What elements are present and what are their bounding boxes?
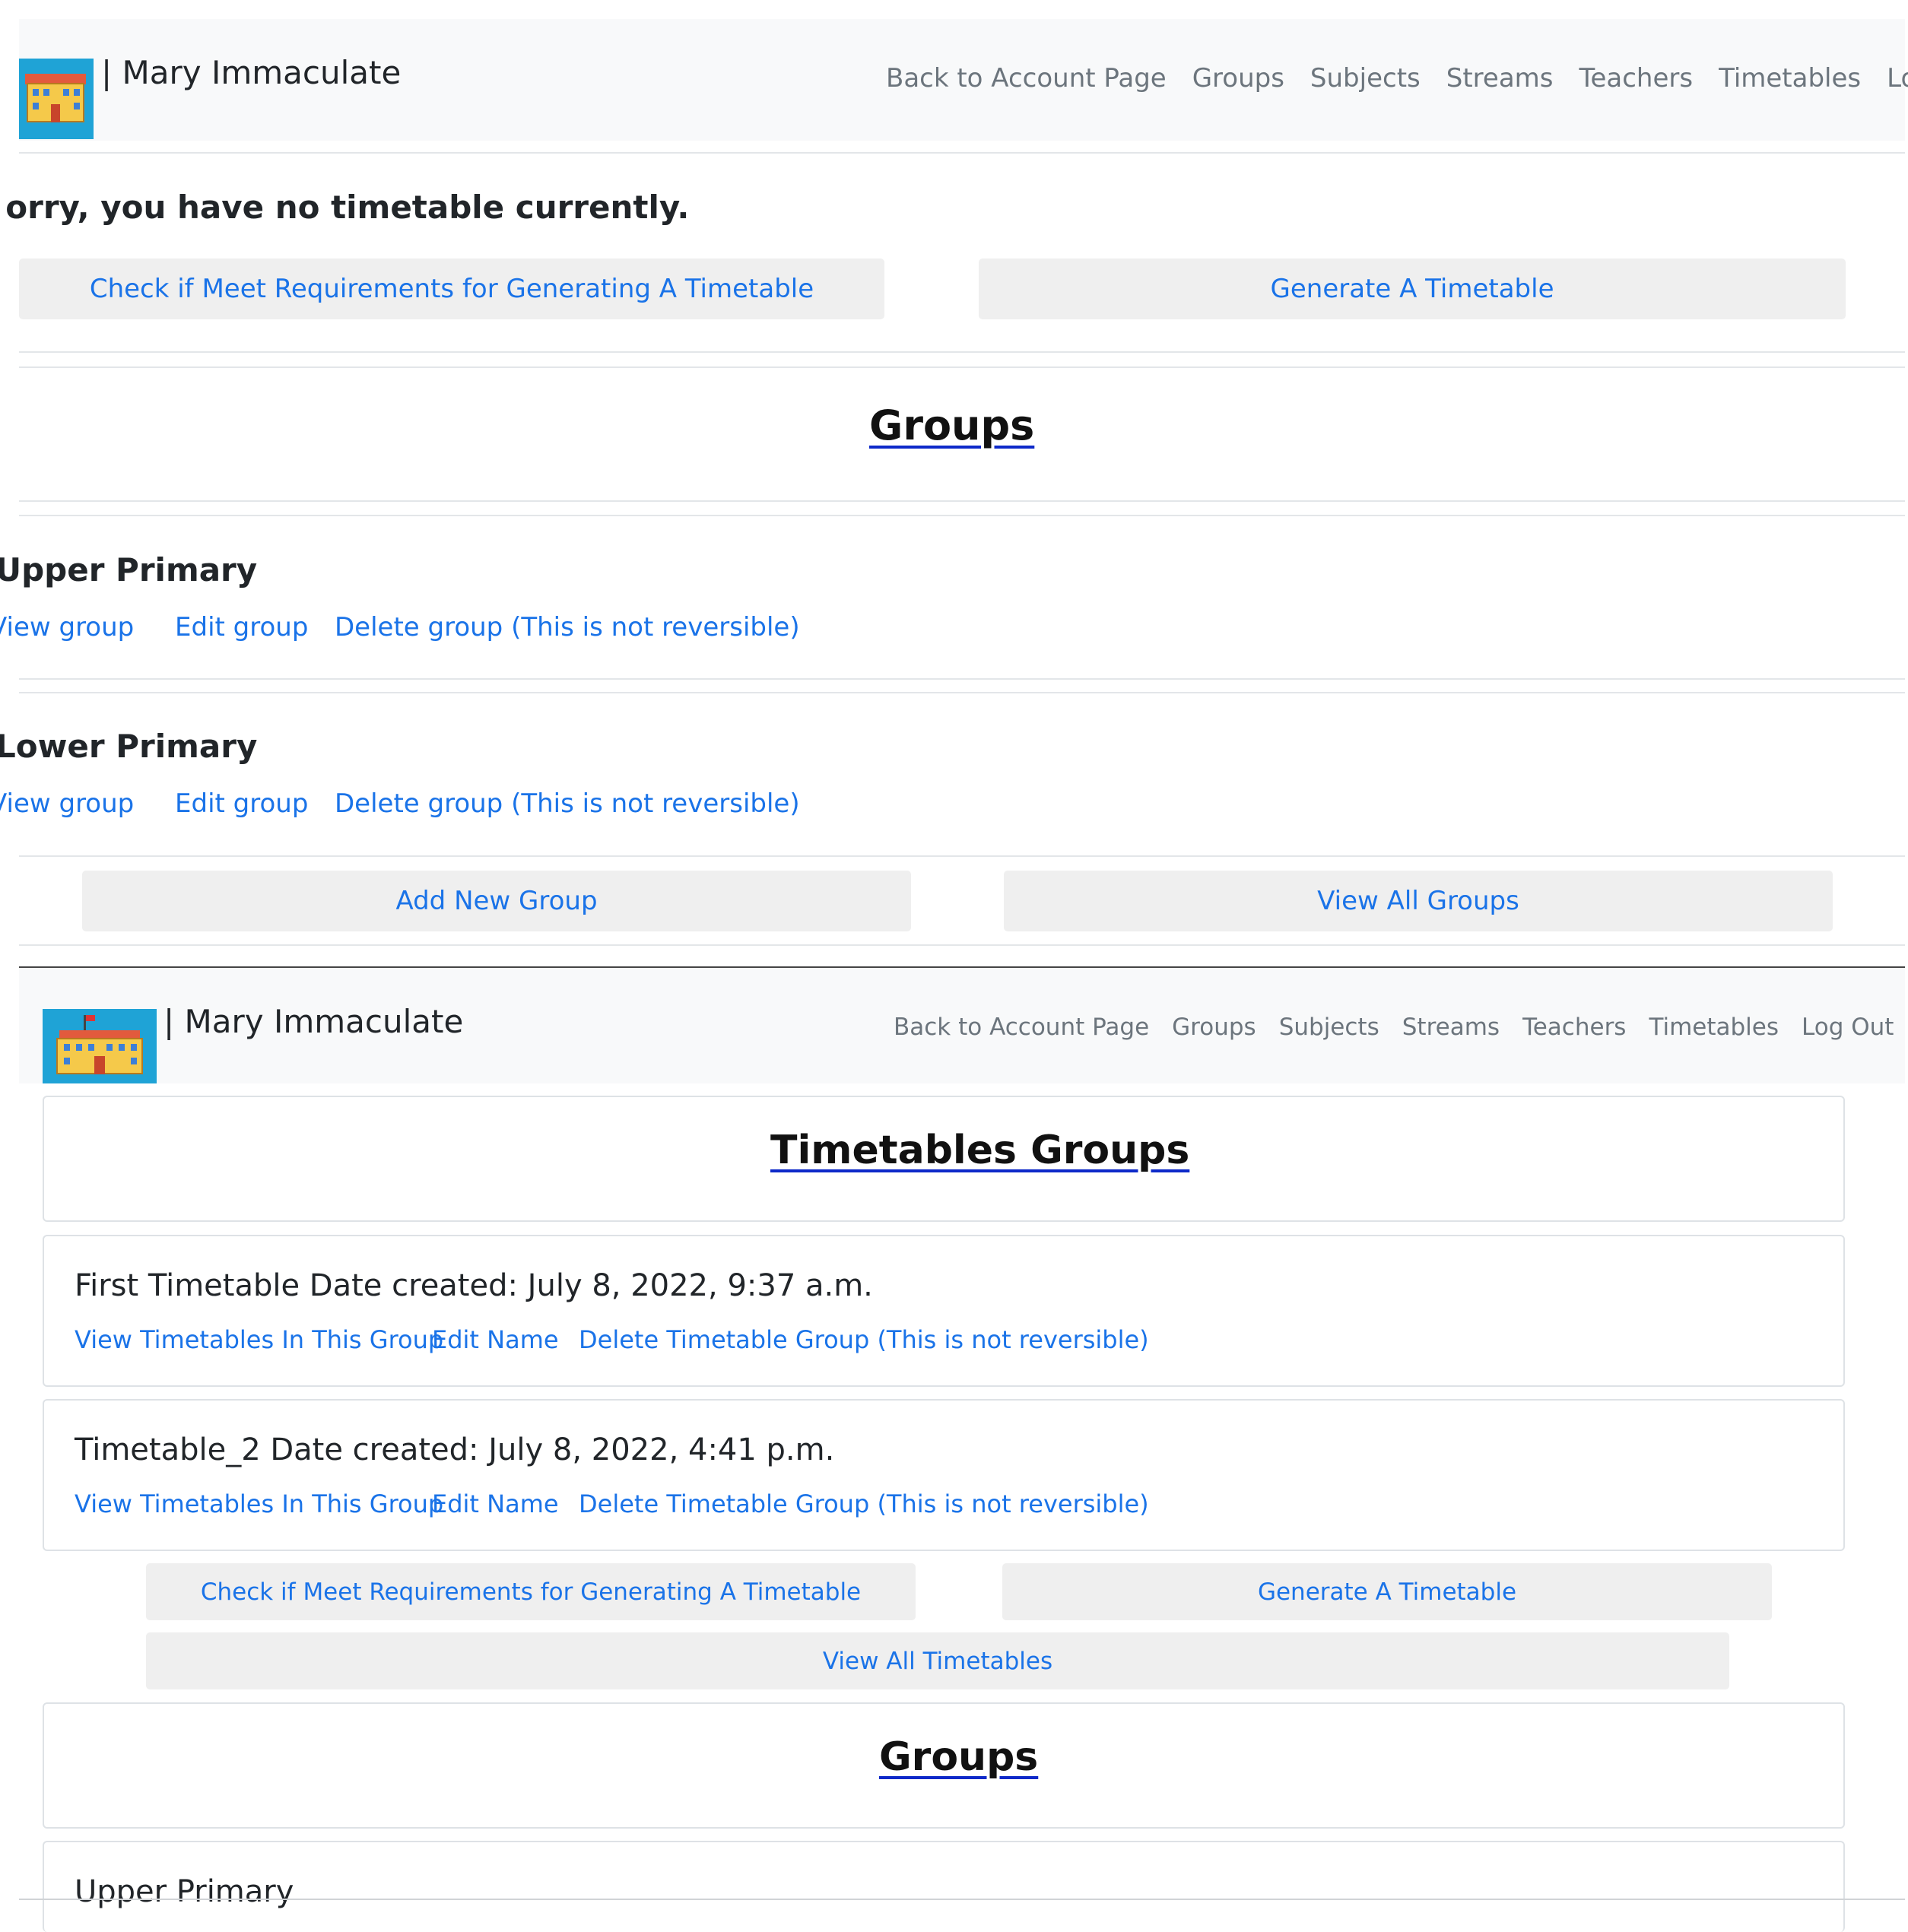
nav-back-to-account[interactable]: Back to Account Page xyxy=(886,63,1167,94)
nav-back-to-account[interactable]: Back to Account Page xyxy=(894,1014,1149,1041)
view-timetables-link[interactable]: View Timetables In This Group xyxy=(75,1325,443,1354)
edit-name-link[interactable]: Edit Name xyxy=(432,1325,559,1354)
group-item: Lower Primary View group Edit group Dele… xyxy=(0,719,1886,855)
timetables-groups-heading: Timetables Groups xyxy=(770,1128,1190,1173)
divider xyxy=(19,692,1905,693)
view-all-groups-button[interactable]: View All Groups xyxy=(1004,871,1833,931)
bottom-edge xyxy=(19,1899,1905,1900)
nav-groups[interactable]: Groups xyxy=(1192,63,1284,94)
edit-group-link[interactable]: Edit group xyxy=(175,612,308,642)
timetable-group-title: First Timetable Date created: July 8, 20… xyxy=(75,1268,873,1303)
delete-timetable-group-link[interactable]: Delete Timetable Group (This is not reve… xyxy=(579,1489,1149,1518)
delete-timetable-group-link[interactable]: Delete Timetable Group (This is not reve… xyxy=(579,1325,1149,1354)
groups-heading: Groups xyxy=(869,401,1035,449)
group-item: Upper Primary View group Edit group Dele… xyxy=(0,540,1886,677)
nav-subjects[interactable]: Subjects xyxy=(1310,63,1421,94)
groups-heading: Groups xyxy=(879,1734,1039,1780)
group-name: Lower Primary xyxy=(0,728,258,765)
no-timetable-message: Sorry, you have no timetable currently. xyxy=(4,189,688,226)
view-group-link[interactable]: View group xyxy=(0,612,134,642)
divider xyxy=(19,152,1905,154)
bottom-navbar: | Mary Immaculate Back to Account Page G… xyxy=(19,968,1905,1083)
edit-group-link[interactable]: Edit group xyxy=(175,788,308,819)
group-name: Upper Primary xyxy=(75,1874,294,1909)
divider xyxy=(19,944,1905,946)
divider xyxy=(19,500,1905,502)
generate-timetable-button[interactable]: Generate A Timetable xyxy=(979,259,1846,319)
nav-log-out[interactable]: Log Out xyxy=(1802,1014,1894,1041)
group-name: Upper Primary xyxy=(0,551,258,588)
delete-group-link[interactable]: Delete group (This is not reversible) xyxy=(335,788,800,819)
top-nav-links: Back to Account Page Groups Subjects Str… xyxy=(886,63,1908,94)
edit-name-link[interactable]: Edit Name xyxy=(432,1489,559,1518)
top-navbar: | Mary Immaculate Back to Account Page G… xyxy=(19,19,1908,141)
divider xyxy=(19,351,1905,353)
nav-streams[interactable]: Streams xyxy=(1402,1014,1500,1041)
divider xyxy=(19,366,1905,368)
brand-name[interactable]: | Mary Immaculate xyxy=(101,54,401,91)
delete-group-link[interactable]: Delete group (This is not reversible) xyxy=(335,612,800,642)
nav-groups[interactable]: Groups xyxy=(1172,1014,1256,1041)
view-group-link[interactable]: View group xyxy=(0,788,134,819)
nav-log-out[interactable]: Log Out xyxy=(1887,63,1908,94)
timetables-heading-card: Timetables Groups xyxy=(43,1096,1845,1222)
nav-subjects[interactable]: Subjects xyxy=(1279,1014,1379,1041)
timetable-group-card: First Timetable Date created: July 8, 20… xyxy=(43,1235,1845,1387)
nav-timetables[interactable]: Timetables xyxy=(1649,1014,1779,1041)
groups-heading-card: Groups xyxy=(43,1702,1845,1829)
school-logo-icon[interactable] xyxy=(43,1009,157,1083)
timetable-group-card: Timetable_2 Date created: July 8, 2022, … xyxy=(43,1399,1845,1551)
group-card: Upper Primary xyxy=(43,1841,1845,1932)
divider xyxy=(19,855,1905,857)
brand-name[interactable]: | Mary Immaculate xyxy=(163,1003,463,1040)
divider xyxy=(19,515,1905,516)
timetable-group-title: Timetable_2 Date created: July 8, 2022, … xyxy=(75,1432,835,1467)
check-requirements-button[interactable]: Check if Meet Requirements for Generatin… xyxy=(19,259,884,319)
nav-teachers[interactable]: Teachers xyxy=(1579,63,1693,94)
check-requirements-button[interactable]: Check if Meet Requirements for Generatin… xyxy=(146,1563,916,1620)
nav-timetables[interactable]: Timetables xyxy=(1719,63,1861,94)
generate-timetable-button[interactable]: Generate A Timetable xyxy=(1002,1563,1772,1620)
divider xyxy=(19,678,1905,680)
nav-streams[interactable]: Streams xyxy=(1446,63,1554,94)
add-new-group-button[interactable]: Add New Group xyxy=(82,871,911,931)
view-timetables-link[interactable]: View Timetables In This Group xyxy=(75,1489,443,1518)
nav-teachers[interactable]: Teachers xyxy=(1522,1014,1626,1041)
view-all-timetables-button[interactable]: View All Timetables xyxy=(146,1632,1729,1689)
school-logo-icon[interactable] xyxy=(19,59,94,139)
bottom-nav-links: Back to Account Page Groups Subjects Str… xyxy=(894,1014,1894,1041)
